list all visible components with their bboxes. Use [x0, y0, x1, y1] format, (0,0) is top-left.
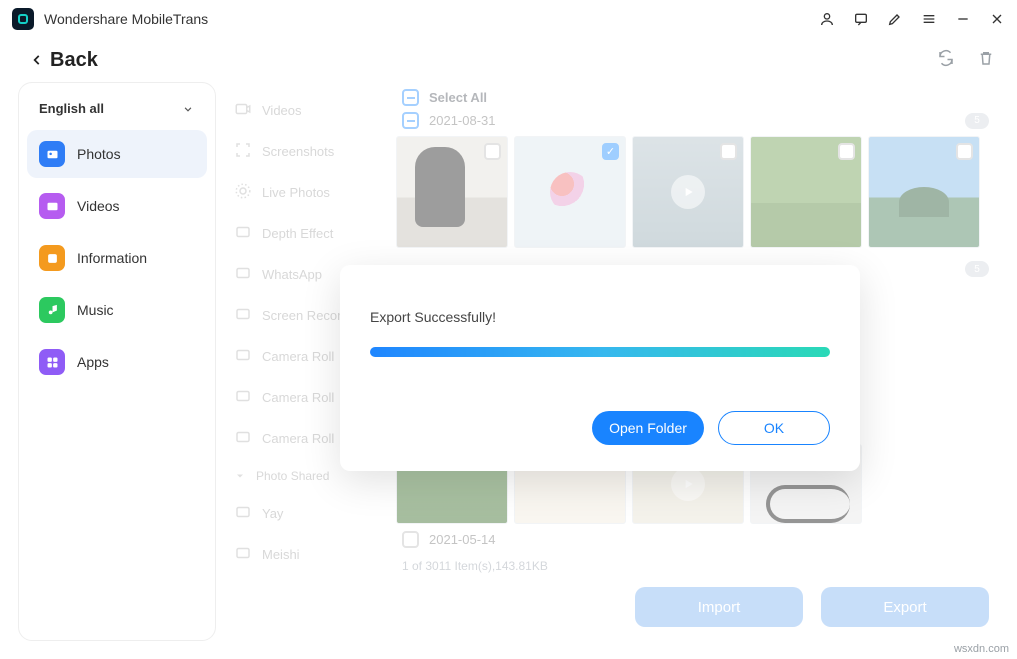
folder-item[interactable]: Meishi — [232, 534, 386, 575]
thumbnail-row: ✓ — [396, 132, 995, 252]
folder-item[interactable]: Videos — [232, 90, 386, 131]
sidebar-item-label: Information — [77, 250, 147, 266]
sidebar-item-label: Apps — [77, 354, 109, 370]
open-folder-button[interactable]: Open Folder — [592, 411, 704, 445]
sidebar-item-label: Videos — [77, 198, 120, 214]
group-count-badge: 5 — [965, 113, 989, 129]
video-folder-icon — [234, 100, 252, 121]
thumbnail-checkbox[interactable] — [720, 143, 737, 160]
sidebar-item-photos[interactable]: Photos — [27, 130, 207, 178]
back-label: Back — [50, 49, 98, 72]
folder-item[interactable]: Live Photos — [232, 172, 386, 213]
group-date: 2021-05-14 — [429, 532, 496, 547]
group-count-badge: 5 — [965, 261, 989, 277]
sidebar-item-videos[interactable]: Videos — [27, 182, 207, 230]
export-success-modal: Export Successfully! Open Folder OK — [340, 265, 860, 471]
folder-item[interactable]: Screenshots — [232, 131, 386, 172]
group-date: 2021-08-31 — [429, 113, 496, 128]
language-label: English all — [39, 101, 104, 116]
export-button[interactable]: Export — [821, 587, 989, 627]
app-title: Wondershare MobileTrans — [44, 11, 208, 27]
edit-icon[interactable] — [887, 11, 903, 27]
language-selector[interactable]: English all — [27, 95, 207, 130]
photo-thumbnail[interactable] — [750, 136, 862, 248]
screenshot-folder-icon — [234, 141, 252, 162]
delete-icon[interactable] — [977, 49, 995, 72]
select-all-checkbox[interactable] — [402, 89, 419, 106]
group-checkbox[interactable] — [402, 531, 419, 548]
whatsapp-folder-icon — [234, 264, 252, 285]
sidebar-item-music[interactable]: Music — [27, 286, 207, 334]
photo-thumbnail[interactable] — [396, 136, 508, 248]
app-logo — [12, 8, 34, 30]
select-all-label: Select All — [429, 90, 487, 105]
caret-down-icon — [234, 470, 246, 482]
music-icon — [39, 297, 65, 323]
import-button[interactable]: Import — [635, 587, 803, 627]
group-checkbox[interactable] — [402, 112, 419, 129]
thumbnail-checkbox[interactable]: ✓ — [602, 143, 619, 160]
shared-folder-icon — [234, 503, 252, 524]
shared-folder-icon — [234, 544, 252, 565]
sidebar-item-information[interactable]: Information — [27, 234, 207, 282]
play-icon — [671, 175, 705, 209]
account-icon[interactable] — [819, 11, 835, 27]
progress-bar — [370, 347, 830, 357]
photos-icon — [39, 141, 65, 167]
menu-icon[interactable] — [921, 11, 937, 27]
chevron-down-icon — [181, 102, 195, 116]
thumbnail-checkbox[interactable] — [956, 143, 973, 160]
ok-button[interactable]: OK — [718, 411, 830, 445]
videos-icon — [39, 193, 65, 219]
cameraroll-folder-icon — [234, 346, 252, 367]
photo-thumbnail[interactable]: ✓ — [514, 136, 626, 248]
status-text: 1 of 3011 Item(s),143.81KB — [396, 551, 995, 581]
depth-folder-icon — [234, 223, 252, 244]
title-bar: Wondershare MobileTrans — [0, 0, 1017, 38]
minimize-icon[interactable] — [955, 11, 971, 27]
sidebar: English all Photos Videos Information Mu… — [18, 82, 216, 641]
back-button[interactable]: Back — [30, 49, 98, 72]
screenrec-folder-icon — [234, 305, 252, 326]
sidebar-item-label: Music — [77, 302, 114, 318]
play-icon — [671, 467, 705, 501]
sidebar-item-label: Photos — [77, 146, 121, 162]
feedback-icon[interactable] — [853, 11, 869, 27]
livephoto-folder-icon — [234, 182, 252, 203]
thumbnail-checkbox[interactable] — [838, 143, 855, 160]
close-icon[interactable] — [989, 11, 1005, 27]
photo-thumbnail[interactable] — [868, 136, 980, 248]
information-icon — [39, 245, 65, 271]
cameraroll-folder-icon — [234, 387, 252, 408]
modal-title: Export Successfully! — [370, 309, 830, 325]
back-row: Back — [0, 38, 1017, 82]
apps-icon — [39, 349, 65, 375]
refresh-icon[interactable] — [937, 49, 955, 72]
sidebar-item-apps[interactable]: Apps — [27, 338, 207, 386]
cameraroll-folder-icon — [234, 428, 252, 449]
folder-item[interactable]: Depth Effect — [232, 213, 386, 254]
folder-item[interactable]: Yay — [232, 493, 386, 534]
video-thumbnail[interactable] — [632, 136, 744, 248]
watermark: wsxdn.com — [954, 643, 1009, 655]
thumbnail-checkbox[interactable] — [484, 143, 501, 160]
